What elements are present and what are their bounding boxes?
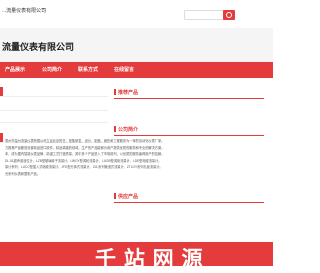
intro-section-header: 公司简介 — [114, 125, 264, 136]
search-icon[interactable] — [223, 10, 235, 20]
page-title: 流量仪表有限公司 — [2, 42, 75, 52]
recommend-section-header: 推荐产品 — [114, 88, 264, 99]
intro-line: 寿州市温州流量仪表有限公司立足北京的日，是集研发、设计、制造、销售和工程服务为一… — [5, 139, 165, 143]
section-marker — [114, 193, 116, 199]
sidebar-item[interactable] — [0, 116, 108, 123]
intro-line: 光系列仪表和整机产品。 — [5, 171, 41, 176]
recommend-section-title: 推荐产品 — [118, 90, 139, 96]
nav-item-contact[interactable]: 联系方式 — [78, 66, 98, 73]
intro-section-title: 公司简介 — [118, 127, 139, 133]
intro-line: 量计系列、LUCC型插入式电磁流量计、JFD型分体式流量计、ZJL系列管道式流量… — [5, 165, 163, 170]
products-section-header: 供应产品 — [114, 192, 264, 203]
section-marker — [114, 126, 116, 132]
company-intro: 寿州市温州流量仪表有限公司立足北京的日，是集研发、设计、制造、销售和工程服务为一… — [5, 138, 269, 178]
sidebar-marker — [0, 133, 3, 142]
company-name-small: ...流量仪表有限公司 — [2, 8, 47, 14]
footer-banner: 千 站 网 源 — [0, 242, 273, 271]
intro-line: DL-51超声波液位计、LZB型玻璃转子流量计、LWGY型涡轮流量计、LUGB型… — [5, 158, 162, 163]
main-nav: 产品展示 公司简介 联系方式 在线留言 — [0, 62, 273, 78]
intro-line: 本，成为国内智能仪表品牌，精湛工艺打造质量，其中多个产品进入了市场前列，以优质的… — [5, 152, 165, 157]
nav-item-message[interactable]: 在线留言 — [114, 66, 134, 73]
sidebar-marker — [0, 87, 3, 96]
nav-item-about[interactable]: 公司简介 — [42, 66, 62, 73]
top-bar: ...流量仪表有限公司 — [0, 0, 273, 28]
sidebar-item[interactable] — [0, 104, 108, 111]
footer-logo-text: 千 站 网 源 — [95, 248, 204, 271]
search-input[interactable] — [184, 10, 224, 20]
sidebar-heading-1 — [0, 86, 108, 97]
nav-item-products[interactable]: 产品展示 — [5, 66, 25, 73]
products-section-title: 供应产品 — [118, 194, 139, 200]
section-marker — [114, 89, 116, 95]
intro-line: 力推荐产品都是设置精品进口原件，精品卓越的领域，生产的产品能够为用户提供优质的服… — [5, 145, 165, 150]
